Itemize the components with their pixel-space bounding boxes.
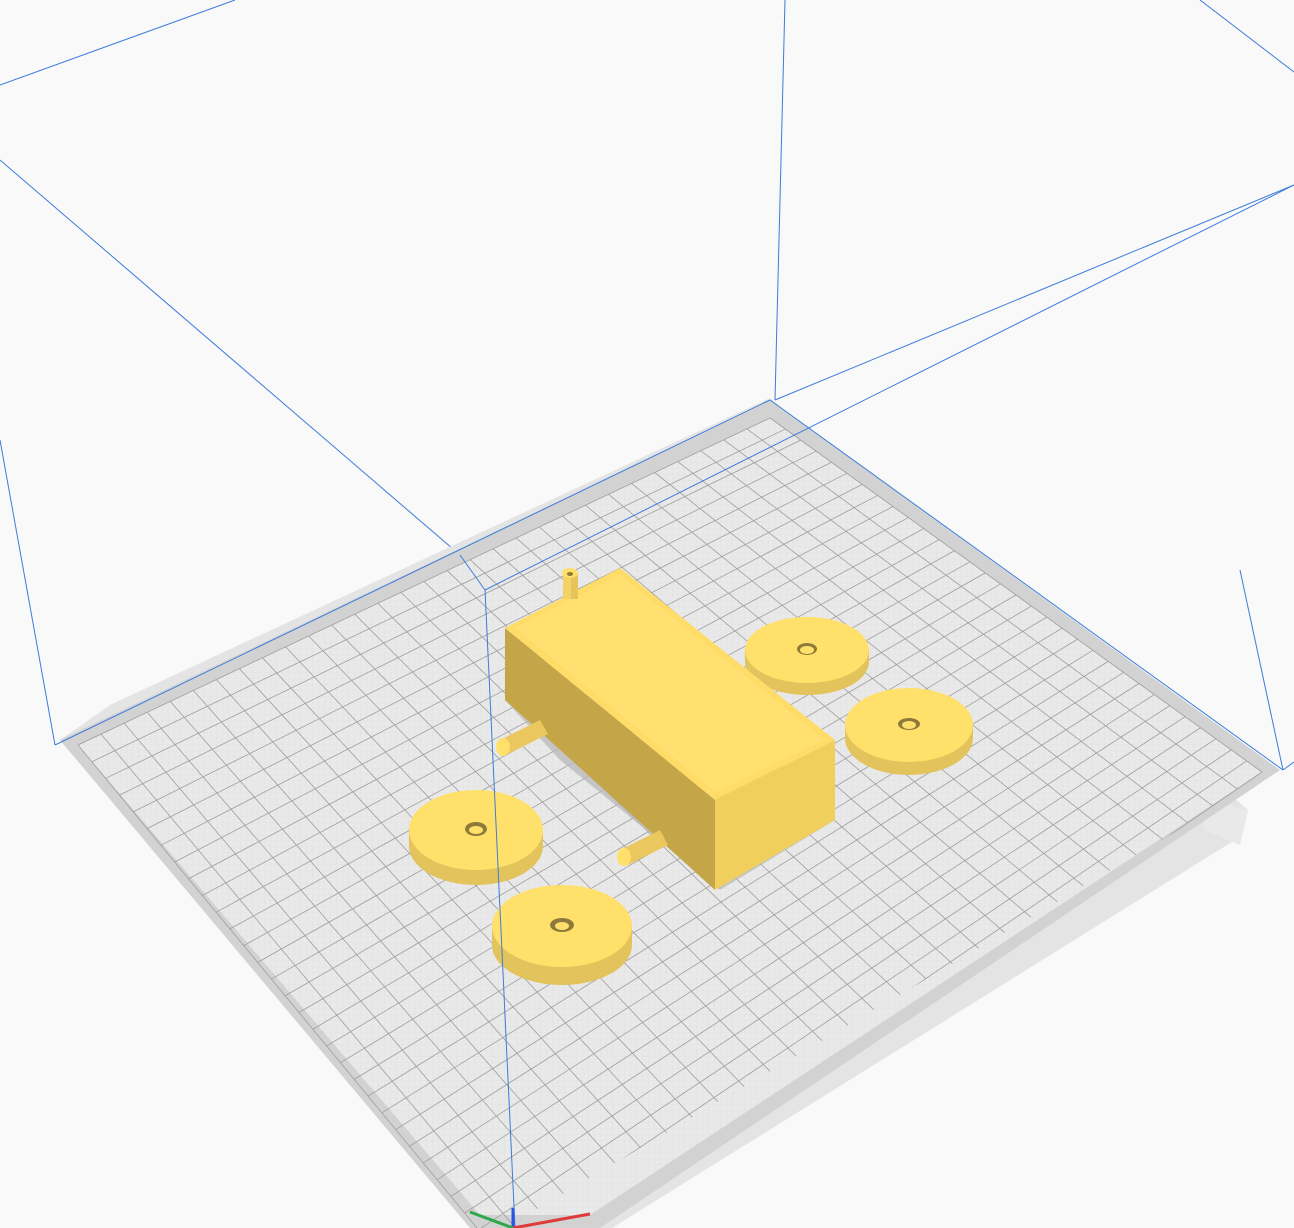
disk-4[interactable] — [492, 885, 632, 985]
3d-viewport[interactable] — [0, 0, 1294, 1228]
scene-canvas[interactable] — [0, 0, 1294, 1228]
disk-2[interactable] — [845, 688, 973, 775]
disk-3[interactable] — [409, 790, 543, 885]
